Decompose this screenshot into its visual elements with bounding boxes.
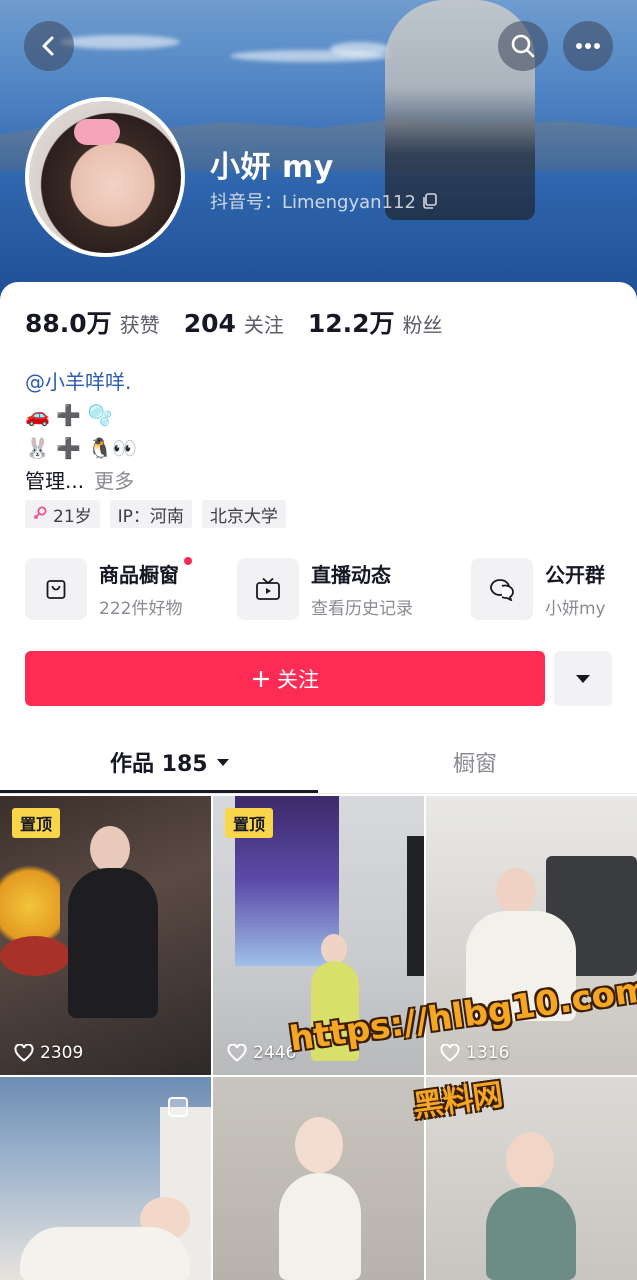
feature-subtitle: 查看历史记录 [311,599,413,619]
tv-icon [256,577,280,600]
feature-icon-box [25,558,87,620]
like-count: 1316 [440,1043,509,1063]
cloud [60,35,180,49]
nickname: 小妍 my [210,150,334,185]
notification-dot [184,557,193,565]
follow-button[interactable]: 关注 [25,651,545,706]
like-count-text: 1316 [466,1043,510,1063]
person-head [295,1117,343,1173]
pinned-badge: 置顶 [225,808,274,838]
content-tabs: 作品 185 橱窗 [0,732,637,794]
person-head [496,868,536,914]
feature-shop-window[interactable]: 商品橱窗 222件好物 [25,557,193,620]
bio-line: 🚗 ➕ 🫧 [25,403,113,427]
stat-label: 粉丝 [402,313,443,337]
feature-live-updates[interactable]: 直播动态 查看历史记录 [237,558,413,620]
video-tile[interactable] [213,1077,424,1280]
follow-button-label: 关注 [277,667,319,692]
tab-works-label: 作品 185 [110,752,208,777]
more-icon [576,43,600,49]
female-icon [33,506,47,520]
feature-title: 公开群 [545,563,605,587]
stat-likes[interactable]: 88.0万 获赞 [25,304,160,340]
like-count: 2309 [14,1043,83,1063]
screen-decor [407,836,424,976]
feature-title: 直播动态 [311,563,391,587]
video-tile[interactable] [0,1077,211,1280]
caret-down-icon [216,758,229,766]
feature-subtitle: 小妍my [545,599,606,619]
douyin-id-text: 抖音号：Limengyan112 [210,192,416,213]
person-body [20,1227,190,1280]
shopping-bag-icon [46,580,66,599]
copy-icon[interactable] [422,193,438,209]
tag-age: 21岁 [25,500,100,528]
multi-photo-icon [168,1097,188,1117]
avatar-bow [74,119,120,145]
search-button[interactable] [498,21,548,71]
tag-age-text: 21岁 [53,506,92,527]
group-chat-icon [490,579,514,601]
more-button[interactable] [563,21,613,71]
tag-ip: IP：河南 [109,500,192,528]
stat-followers[interactable]: 12.2万 粉丝 [308,304,443,340]
caret-down-icon [576,674,590,683]
feature-icon-box [471,558,533,620]
feature-public-group[interactable]: 公开群 小妍my [471,558,606,620]
like-count: 2446 [227,1043,296,1063]
person-head [506,1132,554,1188]
person-body [68,868,158,1018]
heart-icon [440,1044,460,1062]
avatar[interactable] [25,97,185,257]
like-count-text: 2309 [40,1043,84,1063]
search-icon [511,34,535,58]
tags-row: 21岁 IP：河南 北京大学 [25,500,286,528]
video-tile[interactable]: 置顶 2309 [0,796,211,1075]
person-head [90,826,130,872]
tag-school: 北京大学 [201,500,286,528]
tab-works[interactable]: 作品 185 [110,746,230,778]
stats-row: 88.0万 获赞 204 关注 12.2万 粉丝 [25,304,443,340]
back-icon [42,36,54,56]
active-tab-indicator [0,790,318,793]
bio-mention[interactable]: @小羊咩咩. [25,366,137,399]
feature-row: 商品橱窗 222件好物 直播动态 查看历史记录 公开群 小妍my [25,557,637,622]
bio-text: 管理... [25,469,85,493]
bio-line: 🐰 ➕ 🐧👀 [25,436,138,460]
heart-icon [14,1044,34,1062]
heart-icon [227,1044,247,1062]
plus-icon [253,670,269,687]
stat-following[interactable]: 204 关注 [184,309,284,338]
table-decor [0,936,70,976]
recommend-dropdown-button[interactable] [554,651,612,706]
stat-label: 获赞 [119,313,160,337]
feature-icon-box [237,558,299,620]
bio-more-link[interactable]: 更多 [94,469,134,493]
person-body [486,1187,576,1280]
back-button[interactable] [24,21,74,71]
feature-title-text: 商品橱窗 [99,563,179,587]
pinned-badge: 置顶 [12,808,61,838]
bio: @小羊咩咩. 🚗 ➕ 🫧 🐰 ➕ 🐧👀 管理... 更多 [25,366,137,498]
cloud [330,42,390,56]
douyin-id[interactable]: 抖音号：Limengyan112 [210,188,438,214]
feature-title: 商品橱窗 [99,557,193,588]
stat-number: 12.2万 [307,309,395,338]
bio-line: 管理... 更多 [25,465,137,498]
stat-number: 204 [183,309,236,338]
tab-shop[interactable]: 橱窗 [453,746,497,778]
stat-number: 88.0万 [25,309,112,338]
stat-label: 关注 [243,313,284,337]
person-body [279,1173,361,1280]
person-head [321,934,347,964]
feature-subtitle: 222件好物 [99,599,183,619]
